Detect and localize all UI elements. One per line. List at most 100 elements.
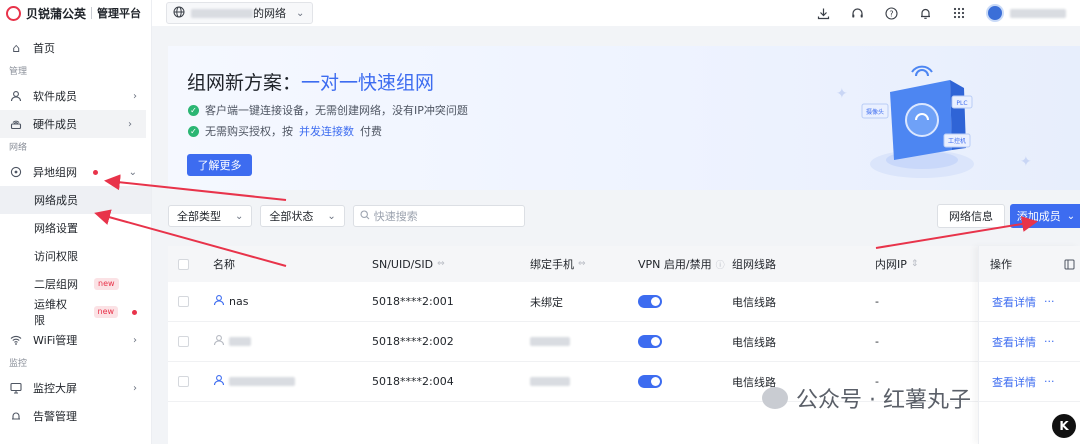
member-sn: 5018****2:002: [372, 335, 454, 348]
swap-icon[interactable]: ⇔: [578, 259, 586, 269]
sidebar-item-network-settings[interactable]: 网络设置: [0, 214, 151, 242]
chevron-down-icon: ⌄: [327, 210, 336, 222]
type-select[interactable]: 全部类型 ⌄: [168, 205, 253, 227]
sidebar-item-label: 硬件成员: [33, 118, 77, 131]
banner-feature-text: 客户端一键连接设备，无需创建网络，没有IP冲突问题: [205, 104, 468, 117]
vpn-toggle[interactable]: [638, 335, 662, 348]
member-ip: -: [875, 335, 879, 348]
member-phone: 未绑定: [530, 295, 563, 309]
banner-feature-text: 无需购买授权，按: [205, 125, 293, 138]
download-icon[interactable]: [816, 6, 830, 20]
member-line: 电信线路: [732, 295, 776, 309]
user-menu[interactable]: [986, 4, 1066, 22]
tag-plc: PLC: [956, 100, 967, 107]
tag-ipc: 工控机: [948, 137, 966, 145]
user-icon: [213, 374, 225, 389]
globe-icon: [173, 6, 185, 21]
member-name-text: nas: [229, 295, 249, 308]
sort-icon[interactable]: ⇕: [911, 259, 919, 269]
sidebar-item-alarm-manage[interactable]: 告警管理: [0, 402, 151, 430]
bell-icon[interactable]: [918, 6, 932, 20]
sidebar-item-network-members[interactable]: 网络成员: [0, 186, 151, 214]
member-phone: [530, 337, 574, 346]
member-name: nas: [213, 294, 248, 309]
header-vpn: VPN 启用/禁用 ⓘ: [638, 256, 725, 272]
sidebar-item-label: WiFi管理: [33, 334, 78, 347]
status-select[interactable]: 全部状态 ⌄: [260, 205, 345, 227]
brand-logo-icon: [6, 5, 21, 21]
header-phone: 绑定手机 ⇔: [530, 256, 586, 272]
sparkle-icon: ✦: [836, 86, 848, 102]
member-name: [213, 374, 299, 389]
vpn-toggle[interactable]: [638, 375, 662, 388]
sidebar-item-layer2-network[interactable]: 二层组网 new: [0, 270, 151, 298]
wifi-icon: [9, 333, 23, 347]
chevron-down-icon: ⌄: [235, 210, 244, 222]
sidebar-item-home[interactable]: ⌂ 首页: [0, 34, 151, 62]
sidebar-item-hardware-members[interactable]: 硬件成员 ›: [0, 110, 146, 138]
username-redacted: [1010, 8, 1066, 18]
chevron-down-icon: ⌄: [296, 7, 305, 19]
user-icon: [9, 89, 23, 103]
sidebar-item-monitor-screen[interactable]: 监控大屏 ›: [0, 374, 151, 402]
watermark-text: 公众号 · 红薯丸子: [796, 388, 971, 413]
concurrent-connections-link[interactable]: 并发连接数: [299, 123, 354, 139]
network-illustration: 摄像头 PLC 工控机: [861, 65, 974, 178]
select-all-checkbox[interactable]: [178, 258, 189, 270]
row-checkbox[interactable]: [178, 336, 189, 347]
sidebar-item-ops-rights[interactable]: 运维权限 new: [0, 298, 151, 327]
banner-feature-text: 付费: [360, 125, 382, 138]
notification-dot: [93, 169, 98, 175]
vpn-toggle[interactable]: [638, 295, 662, 308]
phone-redacted: [530, 337, 570, 346]
sidebar-item-remote-network[interactable]: 异地组网 ⌄: [0, 158, 151, 186]
help-icon[interactable]: ?: [884, 6, 898, 20]
phone-redacted: [530, 377, 570, 386]
help-icon[interactable]: ⓘ: [716, 258, 725, 271]
monitor-icon: [9, 381, 23, 395]
nav-group-monitor: 监控: [9, 359, 28, 369]
avatar: [986, 4, 1004, 22]
brand-subtitle: 管理平台: [97, 7, 142, 20]
banner-title-prefix: 组网新方案：: [187, 72, 302, 94]
member-ip: -: [875, 295, 879, 308]
banner-title: 组网新方案：一对一快速组网: [187, 68, 434, 95]
add-member-button[interactable]: 添加成员 ⌄: [1010, 204, 1080, 228]
table-row[interactable]: nas 5018****2:001 未绑定 电信线路 - 查看详情 ···: [168, 282, 1080, 322]
alarm-icon: [9, 409, 23, 423]
member-sn: 5018****2:004: [372, 375, 454, 388]
chevron-right-icon: ›: [128, 118, 132, 130]
search-placeholder: 快速搜索: [373, 210, 418, 223]
brand[interactable]: 贝锐蒲公英 管理平台: [0, 0, 151, 26]
member-line: 电信线路: [732, 335, 776, 349]
sidebar-item-wifi-manage[interactable]: WiFi管理 ›: [0, 326, 151, 354]
search-input[interactable]: 快速搜索: [352, 205, 525, 227]
member-phone: [530, 377, 574, 386]
header-ip-label: 内网IP: [875, 258, 907, 271]
header-phone-label: 绑定手机: [530, 258, 574, 271]
learn-more-button[interactable]: 了解更多: [187, 154, 252, 176]
network-name-redacted: [191, 8, 253, 18]
row-checkbox[interactable]: [178, 296, 189, 307]
chevron-right-icon: ›: [133, 90, 137, 102]
sparkle-icon: ✦: [1020, 154, 1032, 170]
banner-feature-1: ✓ 客户端一键连接设备，无需创建网络，没有IP冲突问题: [188, 102, 468, 118]
swap-icon[interactable]: ⇔: [437, 259, 445, 269]
table-row[interactable]: 5018****2:002 电信线路 - 查看详情 ···: [168, 322, 1080, 362]
sidebar: 贝锐蒲公英 管理平台 ⌂ 首页 管理 软件成员 › 硬件成员 › 网络 异地组网…: [0, 0, 152, 444]
sidebar-item-label: 访问权限: [34, 250, 78, 263]
check-icon: ✓: [188, 104, 199, 116]
add-member-label: 添加成员: [1016, 210, 1061, 223]
chevron-right-icon: ›: [133, 334, 137, 346]
apps-icon[interactable]: [952, 6, 966, 20]
network-info-button[interactable]: 网络信息: [937, 204, 1005, 228]
sidebar-item-access-rights[interactable]: 访问权限: [0, 242, 151, 270]
tag-camera: 摄像头: [866, 108, 884, 116]
brand-divider: [91, 7, 93, 19]
check-icon: ✓: [188, 125, 199, 137]
sidebar-item-software-members[interactable]: 软件成员 ›: [0, 82, 151, 110]
status-select-value: 全部状态: [269, 210, 314, 223]
row-checkbox[interactable]: [178, 376, 189, 387]
network-selector[interactable]: 的网络 ⌄: [166, 2, 314, 24]
headset-icon[interactable]: [850, 6, 864, 20]
